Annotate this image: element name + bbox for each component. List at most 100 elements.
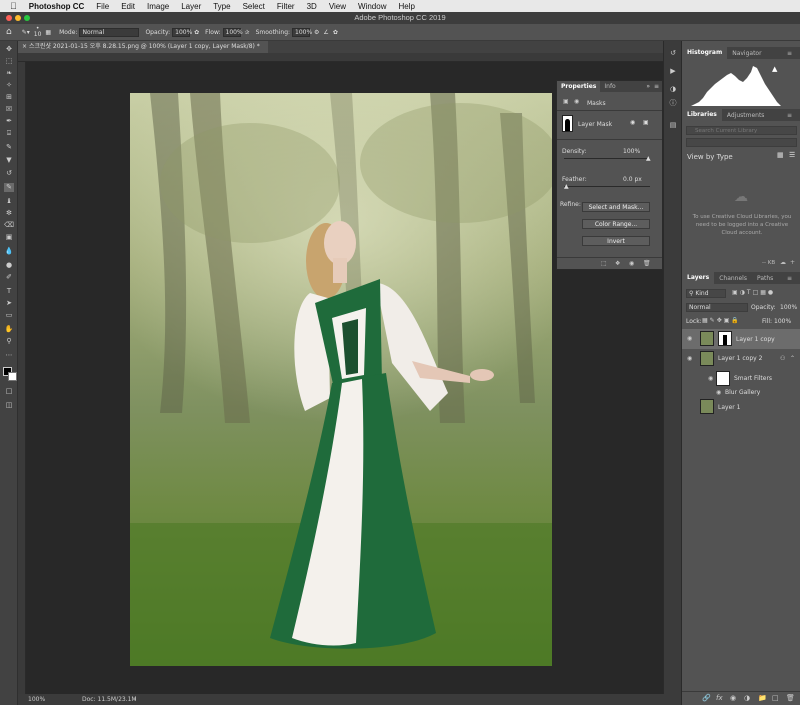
menu-view[interactable]: View bbox=[329, 2, 346, 11]
add-vector-mask-icon[interactable]: ▣ bbox=[643, 119, 649, 126]
menu-window[interactable]: Window bbox=[358, 2, 386, 11]
tab-histogram[interactable]: Histogram bbox=[682, 47, 728, 59]
type-tool-icon[interactable]: T bbox=[4, 287, 14, 296]
airbrush-icon[interactable]: ✰ bbox=[245, 29, 250, 36]
tab-paths[interactable]: Paths bbox=[752, 275, 778, 282]
visibility-eye-icon[interactable]: ◉ bbox=[716, 389, 721, 396]
layer-mask-thumbnail-small[interactable] bbox=[718, 331, 732, 346]
layer-row-layer-1[interactable]: Layer 1 bbox=[682, 397, 800, 417]
histogram-menu-icon[interactable]: ≡ bbox=[782, 50, 797, 57]
delete-mask-icon[interactable]: 🗑 bbox=[643, 260, 651, 267]
layer-name[interactable]: Layer 1 bbox=[718, 404, 740, 411]
vector-mask-icon[interactable]: ◉ bbox=[574, 98, 579, 105]
status-menu-icon[interactable]: › bbox=[134, 694, 136, 705]
gradient-tool-icon[interactable]: ▣ bbox=[4, 233, 14, 242]
tab-channels[interactable]: Channels bbox=[714, 275, 752, 282]
color-panel-icon[interactable]: ◑ bbox=[668, 85, 678, 94]
layer-style-icon[interactable]: fx bbox=[716, 694, 723, 702]
grid-view-icon[interactable]: ▦ bbox=[777, 151, 784, 159]
zoom-level[interactable]: 100% bbox=[28, 694, 45, 705]
history-brush-tool-icon[interactable]: ↺ bbox=[4, 169, 14, 178]
visibility-eye-icon[interactable]: ◉ bbox=[708, 375, 713, 382]
layers-menu-icon[interactable]: ≡ bbox=[782, 275, 797, 282]
add-pixel-mask-icon[interactable]: ◉ bbox=[630, 119, 635, 126]
lock-icons[interactable]: ▦✎✥▣🔒 bbox=[702, 317, 741, 324]
panel-menu-icon[interactable]: ≡ bbox=[654, 83, 659, 90]
tab-properties[interactable]: Properties bbox=[557, 81, 601, 92]
add-mask-icon[interactable]: ◉ bbox=[730, 694, 736, 702]
healing-brush-tool-icon[interactable]: ⌹ bbox=[4, 129, 14, 138]
density-value[interactable]: 100% bbox=[623, 148, 640, 155]
menu-select[interactable]: Select bbox=[243, 2, 265, 11]
density-slider[interactable] bbox=[564, 158, 650, 159]
brush-preset-picker[interactable]: • 10 bbox=[34, 26, 42, 38]
move-tool-icon[interactable]: ✥ bbox=[4, 45, 14, 54]
new-group-icon[interactable]: 📁 bbox=[758, 694, 767, 702]
adjustment-layer-icon[interactable]: ◑ bbox=[744, 694, 750, 702]
close-window-button[interactable] bbox=[6, 15, 12, 21]
smart-filter-mask-thumbnail[interactable] bbox=[716, 371, 730, 386]
horizontal-ruler[interactable] bbox=[18, 53, 681, 62]
feather-slider[interactable] bbox=[564, 186, 650, 187]
feather-value[interactable]: 0.0 px bbox=[623, 176, 642, 183]
tab-info[interactable]: Info bbox=[600, 83, 619, 90]
history-panel-icon[interactable]: ↺ bbox=[668, 49, 678, 58]
quick-select-tool-icon[interactable]: ✧ bbox=[4, 81, 14, 90]
tab-navigator[interactable]: Navigator bbox=[727, 50, 766, 57]
layer-name[interactable]: Smart Filters bbox=[734, 375, 772, 382]
tab-libraries[interactable]: Libraries bbox=[682, 109, 722, 121]
layer-name[interactable]: Layer 1 copy 2 bbox=[718, 355, 762, 362]
library-select[interactable] bbox=[686, 138, 797, 147]
layer-opacity-value[interactable]: 100% bbox=[780, 304, 797, 311]
libraries-panel-icon[interactable]: ▤ bbox=[668, 121, 678, 130]
eraser-tool-icon[interactable]: ⌫ bbox=[4, 221, 14, 230]
clone-stamp-tool-icon[interactable]: ▼ bbox=[4, 156, 14, 165]
mask-visibility-icon[interactable]: ◉ bbox=[629, 260, 634, 267]
screen-mode-icon[interactable]: ◫ bbox=[4, 401, 14, 410]
quick-mask-icon[interactable]: □ bbox=[4, 387, 14, 396]
feather-slider-thumb[interactable]: ▲ bbox=[564, 183, 569, 190]
angle-icon[interactable]: ∠ bbox=[323, 29, 328, 36]
menu-3d[interactable]: 3D bbox=[307, 2, 317, 11]
smoothing-settings-icon[interactable]: ⚙ bbox=[314, 29, 319, 36]
layer-mask-thumbnail[interactable] bbox=[562, 115, 573, 132]
pressure-size-icon[interactable]: ✿ bbox=[333, 29, 338, 36]
apply-mask-icon[interactable]: ❖ bbox=[615, 260, 620, 267]
minimize-window-button[interactable] bbox=[15, 15, 21, 21]
brush-tool-icon[interactable]: ✎ bbox=[4, 143, 14, 152]
opacity-field[interactable]: 100% bbox=[172, 27, 192, 37]
invert-button[interactable]: Invert bbox=[582, 236, 650, 246]
libraries-menu-icon[interactable]: ≡ bbox=[782, 112, 797, 119]
clone-stamp-icon[interactable]: ♝ bbox=[4, 197, 14, 206]
more-tools-icon[interactable]: ⋯ bbox=[4, 351, 14, 360]
layer-name[interactable]: Layer 1 copy bbox=[736, 336, 775, 343]
pressure-opacity-icon[interactable]: ✿ bbox=[194, 29, 199, 36]
tab-adjustments[interactable]: Adjustments bbox=[722, 112, 770, 119]
layer-row-layer-1-copy-2[interactable]: ◉ Layer 1 copy 2 ⚇ ⌃ bbox=[682, 349, 800, 369]
lasso-tool-icon[interactable]: ❧ bbox=[4, 69, 14, 78]
home-icon[interactable]: ⌂ bbox=[6, 27, 12, 37]
density-slider-thumb[interactable]: ▲ bbox=[646, 155, 651, 162]
layer-row-smart-filters[interactable]: ◉ Smart Filters bbox=[682, 369, 800, 389]
color-range-button[interactable]: Color Range... bbox=[582, 219, 650, 229]
hand-tool-icon[interactable]: ✋ bbox=[4, 325, 14, 334]
link-layers-icon[interactable]: 🔗 bbox=[702, 694, 711, 702]
select-and-mask-button[interactable]: Select and Mask... bbox=[582, 202, 650, 212]
blur-tool-icon[interactable]: 💧 bbox=[4, 247, 14, 256]
brush-tool-icon[interactable]: ✎▾ bbox=[22, 29, 30, 36]
library-search-input[interactable]: Search Current Library bbox=[686, 126, 797, 135]
smoothing-field[interactable]: 100% bbox=[292, 27, 312, 37]
brush-tool-active-icon[interactable]: ✎ bbox=[4, 183, 14, 192]
eyedropper-tool-icon[interactable]: ✒ bbox=[4, 117, 14, 126]
vertical-ruler[interactable] bbox=[18, 62, 26, 694]
collapse-panel-icon[interactable]: » bbox=[646, 83, 650, 90]
visibility-eye-icon[interactable]: ◉ bbox=[687, 335, 692, 342]
filter-kind-select[interactable]: ⚲ Kind bbox=[686, 289, 726, 298]
list-view-icon[interactable]: ☰ bbox=[789, 151, 795, 159]
brush-panel-icon[interactable]: ▦ bbox=[45, 29, 51, 36]
expand-filters-icon[interactable]: ⌃ bbox=[790, 355, 795, 362]
menu-file[interactable]: File bbox=[96, 2, 109, 11]
layer-name[interactable]: Blur Gallery bbox=[725, 389, 760, 396]
menu-help[interactable]: Help bbox=[398, 2, 414, 11]
menu-filter[interactable]: Filter bbox=[277, 2, 295, 11]
